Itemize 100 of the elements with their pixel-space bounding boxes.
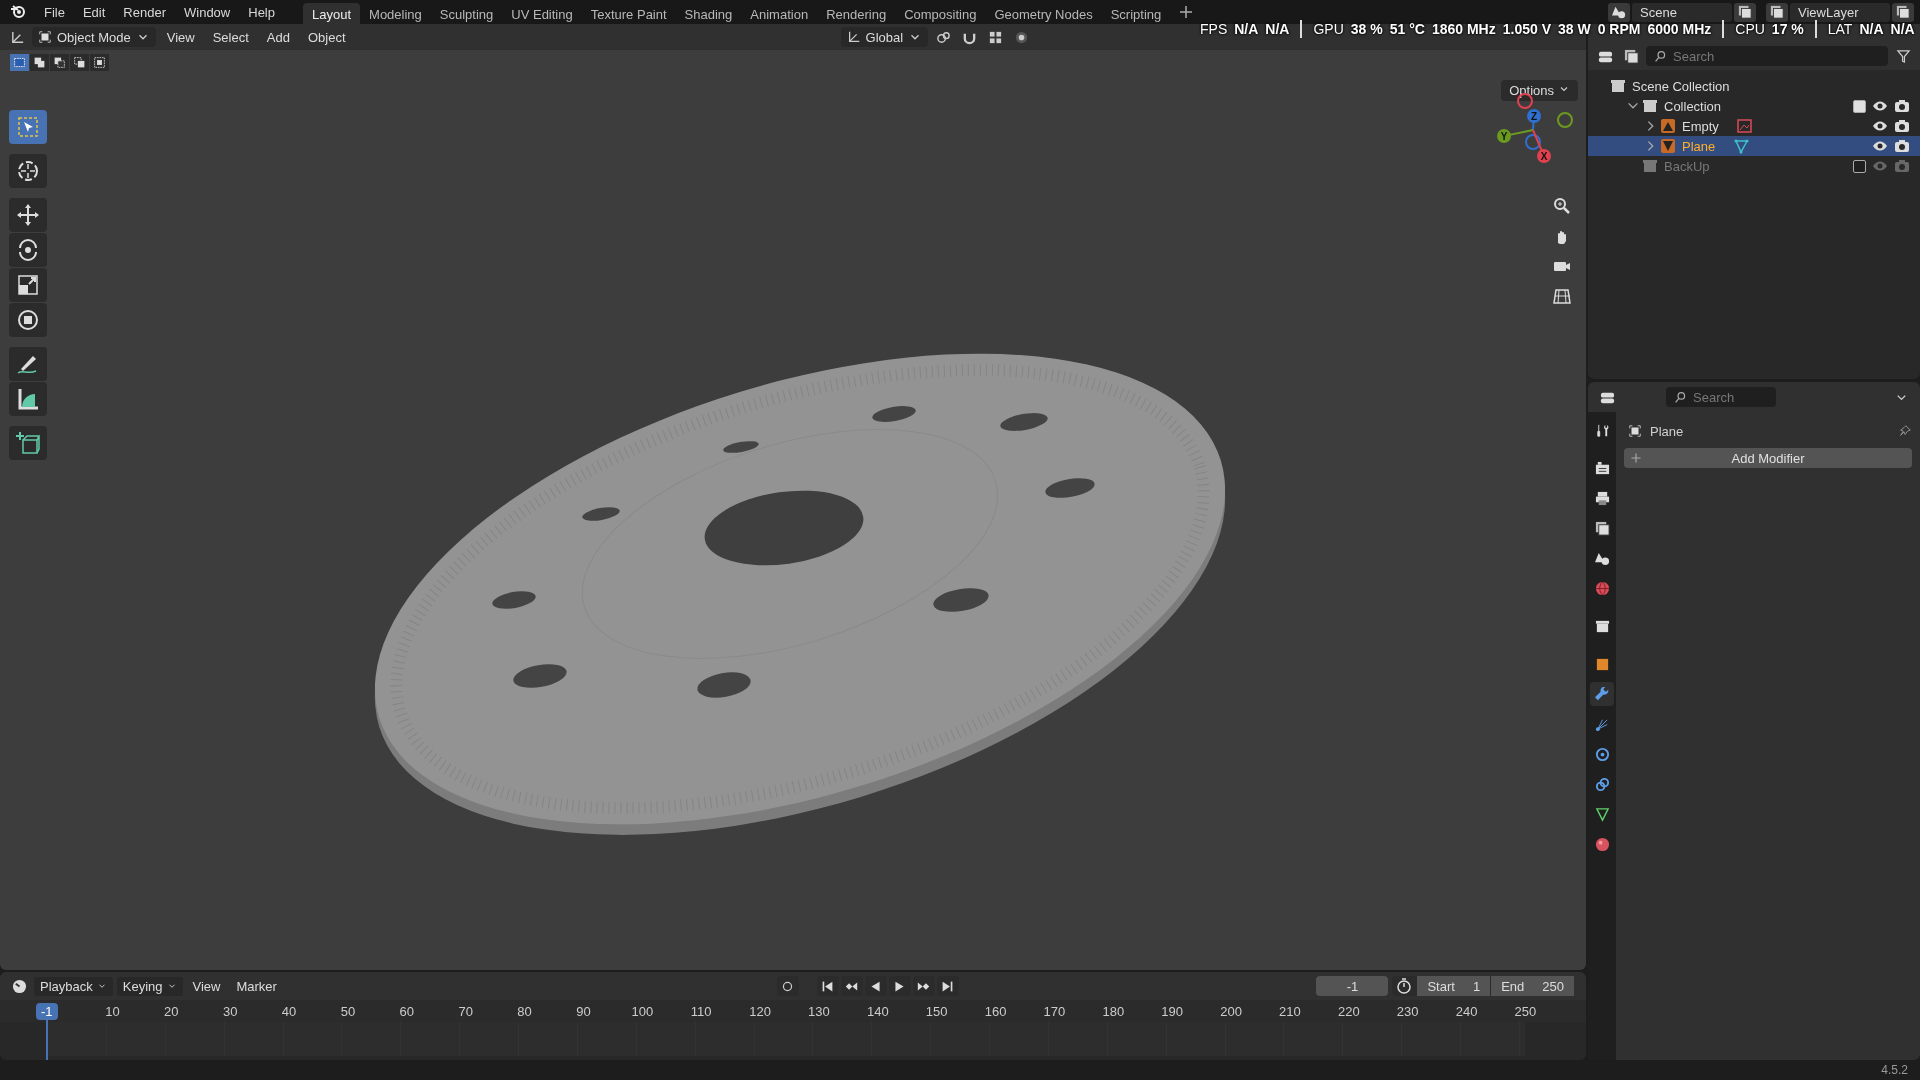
axis-handle[interactable]: X [1532, 129, 1551, 163]
tool-button[interactable] [9, 382, 47, 416]
playback-button[interactable] [888, 976, 911, 996]
playback-button[interactable] [936, 976, 959, 996]
menu-item[interactable]: Object [300, 27, 353, 47]
tool-button[interactable] [9, 198, 47, 232]
search-field[interactable]: Search [1646, 46, 1888, 66]
camera-icon[interactable] [1894, 118, 1910, 134]
end-frame-field[interactable]: End 250 [1491, 976, 1574, 996]
scene-icon [1612, 5, 1626, 19]
frame-number: 30 [221, 1003, 239, 1019]
menu-item[interactable]: File [36, 1, 73, 23]
tool-button[interactable] [9, 347, 47, 381]
workspace-tab[interactable]: Geometry Nodes [985, 2, 1102, 26]
tool-button[interactable] [9, 154, 47, 188]
menu-item[interactable]: Render [115, 1, 174, 23]
object-icon [1628, 424, 1642, 438]
select-box-icon [15, 114, 41, 140]
menu-item[interactable]: Select [205, 27, 256, 47]
scene-type-button[interactable] [1608, 2, 1630, 22]
tool-button[interactable] [9, 426, 47, 460]
frame-number: 230 [1395, 1003, 1420, 1019]
duplicate-button[interactable] [1734, 2, 1756, 22]
monitor-label: LAT [1827, 21, 1853, 37]
tool-button[interactable] [9, 303, 47, 337]
properties-tab[interactable] [1590, 682, 1614, 706]
menu-item[interactable]: View [159, 27, 202, 47]
jump-start-icon [821, 979, 835, 993]
menu-dropdown[interactable]: Playback [34, 976, 113, 996]
orientation-dropdown[interactable]: Global [840, 27, 929, 47]
item-label: Empty [1682, 118, 1719, 134]
menu-item[interactable]: Marker [230, 976, 283, 996]
workspace-tab[interactable]: Texture Paint [581, 2, 676, 26]
frame-number: 240 [1454, 1003, 1479, 1019]
menu-dropdown[interactable]: Keying [116, 976, 183, 996]
monitor-value: 38 W [1558, 21, 1591, 37]
search-field[interactable]: Search [1666, 387, 1776, 407]
menu-item[interactable]: Window [176, 1, 239, 23]
copy-icon [1738, 5, 1752, 19]
workspace-tab[interactable]: Sculpting [430, 2, 503, 26]
selection-mode-button[interactable] [70, 54, 89, 71]
mesh-icon [1733, 138, 1750, 154]
current-frame-field[interactable]: -1 [1316, 976, 1389, 996]
menu-item[interactable]: Help [240, 1, 283, 23]
camera-icon[interactable] [1894, 138, 1910, 154]
playback-button[interactable] [912, 976, 935, 996]
box-icon [1610, 78, 1626, 94]
playhead[interactable]: -1 [36, 1003, 58, 1020]
duplicate-button[interactable] [1892, 2, 1914, 22]
options-button[interactable]: Options [1501, 80, 1578, 101]
axis-handle[interactable]: Y [1497, 129, 1534, 143]
axis-label: X [1540, 151, 1548, 162]
tools-icon [1594, 422, 1610, 438]
workspace-tab[interactable]: Modeling [360, 2, 431, 26]
stopwatch-icon [1396, 978, 1413, 994]
view-layer-field[interactable]: ViewLayer [1790, 2, 1890, 22]
workspace-tab[interactable]: Shading [675, 2, 742, 26]
camera-icon[interactable] [1894, 98, 1910, 114]
image-stack-icon [1770, 5, 1784, 19]
outliner-row[interactable]: Scene Collection [1588, 76, 1920, 96]
options-label: Options [1509, 83, 1554, 98]
outliner-row[interactable]: Empty [1588, 116, 1920, 136]
frame-number: 100 [630, 1003, 655, 1019]
mode-dropdown[interactable]: Object Mode [32, 27, 156, 47]
tool-button[interactable] [9, 268, 47, 302]
start-frame-field[interactable]: Start 1 [1417, 976, 1491, 996]
record-button[interactable] [776, 976, 799, 996]
selection-mode-button[interactable] [50, 54, 69, 71]
zoom-icon [1553, 197, 1571, 215]
playback-button[interactable] [816, 976, 839, 996]
add-modifier-button[interactable]: Add Modifier [1624, 448, 1912, 468]
playback-button[interactable] [864, 976, 887, 996]
scene-field[interactable]: Scene [1632, 2, 1732, 22]
workspace-tab[interactable]: Layout [303, 2, 361, 26]
outliner-row[interactable]: Plane [1588, 136, 1920, 156]
workspace-tab[interactable]: UV Editing [502, 2, 582, 26]
view-layer-type-button[interactable] [1766, 2, 1788, 22]
selection-mode-button[interactable] [30, 54, 49, 71]
workspace-tab[interactable]: Compositing [895, 2, 986, 26]
menu-item[interactable]: View [186, 976, 227, 996]
workspace-tab[interactable]: Animation [741, 2, 818, 26]
play-reverse-icon [869, 979, 883, 993]
exclude-checkbox[interactable] [1853, 99, 1866, 113]
outliner-row[interactable]: Collection [1588, 96, 1920, 116]
tool-button[interactable] [9, 233, 47, 267]
orientation-label: Global [865, 29, 904, 45]
frame-number: 200 [1219, 1003, 1243, 1019]
menu-item[interactable]: Edit [74, 1, 114, 23]
object-name: Plane [1650, 423, 1684, 439]
menu-item[interactable]: Add [259, 27, 297, 47]
image-icon [1736, 118, 1753, 134]
selection-mode-button[interactable] [90, 54, 109, 71]
workspace-tab[interactable]: Rendering [817, 2, 896, 26]
negative-axis-handle[interactable] [1525, 134, 1541, 150]
monitor-label: CPU [1735, 21, 1765, 37]
workspace-tab[interactable]: Scripting [1101, 2, 1171, 26]
version-text: 4.5.2 [1881, 1063, 1908, 1077]
negative-axis-handle[interactable] [1557, 112, 1573, 128]
playback-button[interactable] [840, 976, 863, 996]
pin-icon[interactable] [1898, 424, 1912, 438]
